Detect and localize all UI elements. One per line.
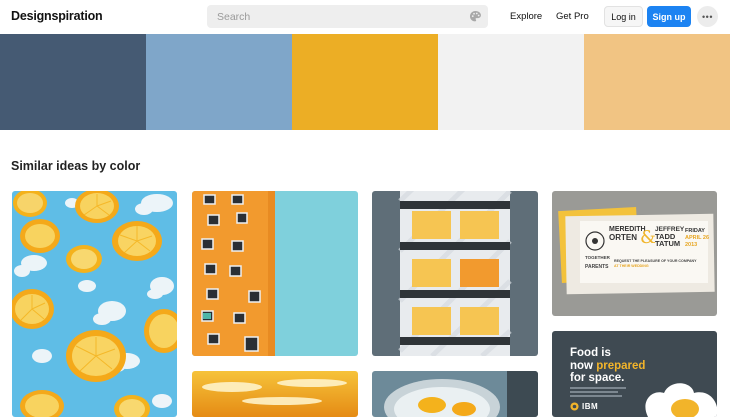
section-title: Similar ideas by color <box>11 159 141 173</box>
color-swatch[interactable] <box>0 34 146 130</box>
invite-right-names: JEFFREY TADD TATUM <box>655 226 684 247</box>
search-input[interactable] <box>207 5 488 28</box>
bowl-image <box>372 371 538 417</box>
login-button[interactable]: Log in <box>604 6 643 27</box>
color-swatch[interactable] <box>146 34 292 130</box>
search-bar[interactable] <box>207 5 488 28</box>
image-card-bowl[interactable] <box>372 371 538 417</box>
image-card-grid[interactable] <box>372 191 538 356</box>
invite-date-text: APRIL 26 2013 <box>685 235 710 248</box>
image-card-oranges[interactable] <box>12 191 177 417</box>
color-palette <box>0 34 730 130</box>
image-card-building[interactable] <box>192 191 358 356</box>
image-card-sunset[interactable] <box>192 371 358 417</box>
color-swatch[interactable] <box>438 34 584 130</box>
invite-lines: REQUEST THE PLEASURE OF YOUR COMPANY AT … <box>614 259 706 269</box>
top-nav: Designspiration Explore Get Pro Log in S… <box>0 0 730 34</box>
invitation-image <box>552 191 717 316</box>
egg-illustration <box>645 383 717 417</box>
grid-image <box>372 191 538 356</box>
color-swatch[interactable] <box>292 34 438 130</box>
invite-line-text: AT THEIR WEDDING <box>614 264 649 268</box>
sunset-image <box>192 371 358 417</box>
oranges-image <box>12 191 177 417</box>
nav-explore-link[interactable]: Explore <box>510 11 542 22</box>
invite-date-text: FRIDAY <box>685 228 705 234</box>
invite-ampersand: & <box>640 227 657 248</box>
image-card-invitation[interactable]: MEREDITH ORTEN & JEFFREY TADD TATUM FRID… <box>552 191 717 316</box>
palette-icon[interactable] <box>469 10 482 23</box>
logo[interactable]: Designspiration <box>11 9 103 23</box>
invite-together: TOGETHER <box>585 255 610 260</box>
invite-name-text: TATUM <box>655 239 681 248</box>
building-image <box>192 191 358 356</box>
nav-get-pro-link[interactable]: Get Pro <box>556 11 589 22</box>
color-swatch[interactable] <box>584 34 730 130</box>
image-card-ibm-ad[interactable]: Food is now prepared for space. IBM <box>552 331 717 417</box>
more-dots-icon[interactable]: ••• <box>697 6 718 27</box>
signup-button[interactable]: Sign up <box>647 6 691 27</box>
invite-parents: PARENTS <box>585 264 609 270</box>
invite-date: FRIDAY APRIL 26 2013 <box>685 228 713 249</box>
